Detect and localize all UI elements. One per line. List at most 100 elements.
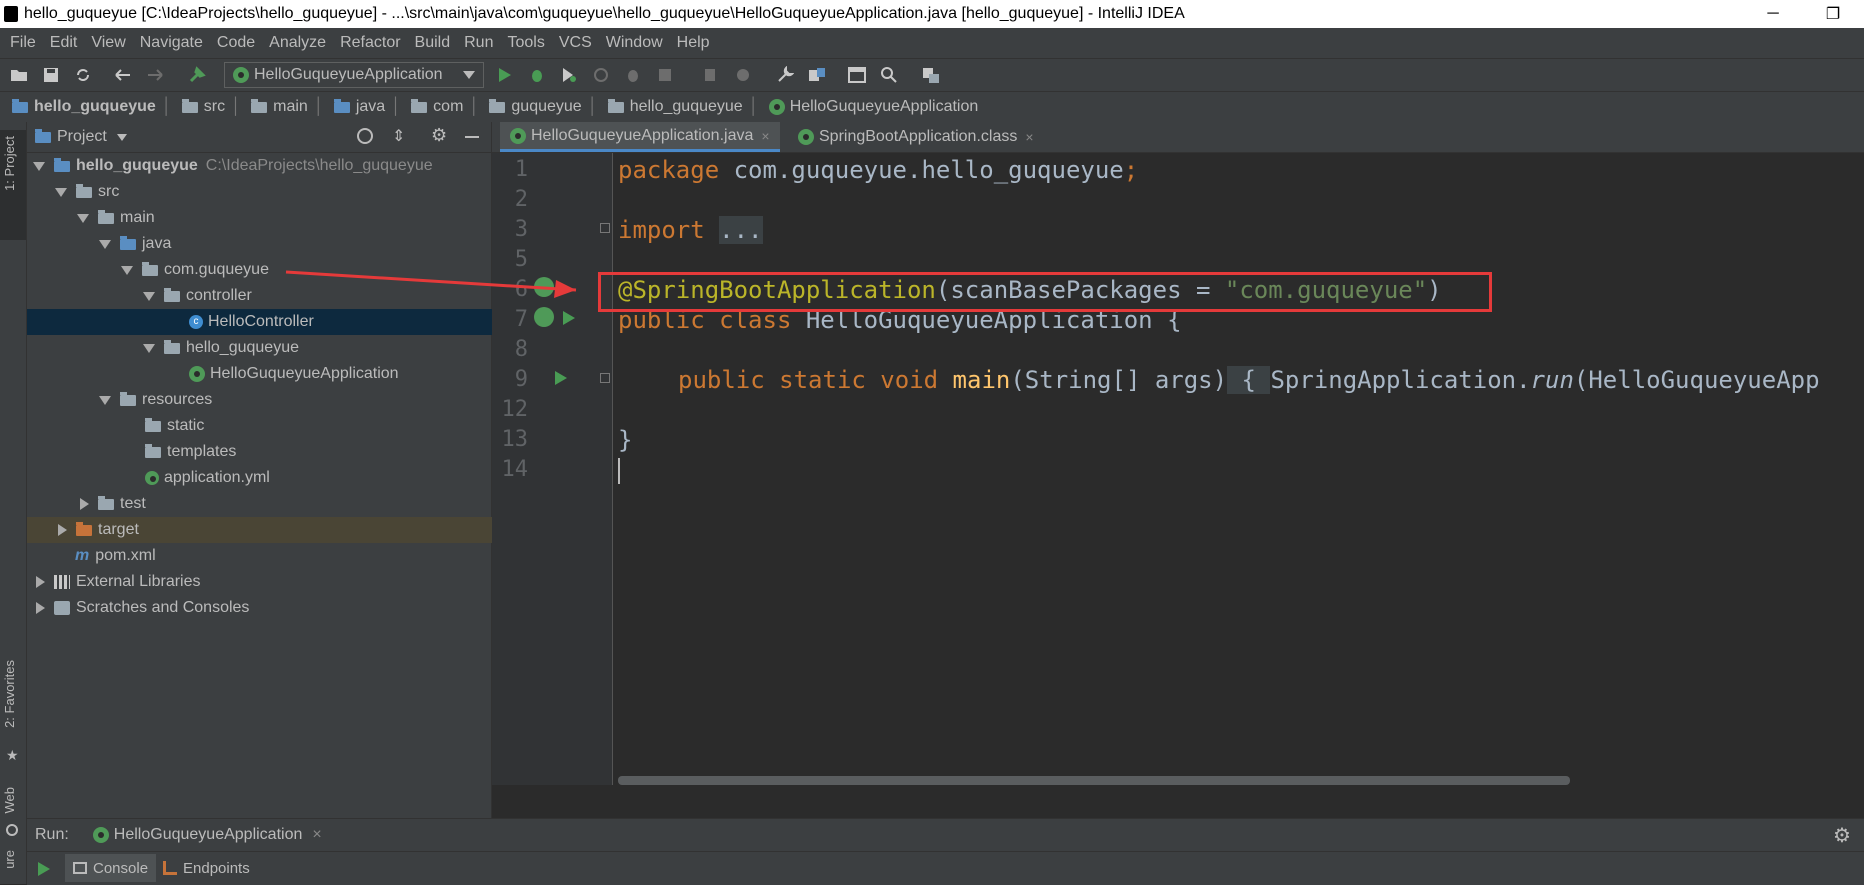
menu-navigate[interactable]: Navigate <box>140 34 203 52</box>
close-icon[interactable]: × <box>1025 129 1033 145</box>
breadcrumb-item-class[interactable]: HelloGuqueyueApplication <box>768 98 978 116</box>
vcs-update-icon[interactable] <box>732 64 754 86</box>
code-editor[interactable]: package com.guqueyue.hello_guqueyue; imp… <box>613 153 1864 785</box>
search-icon[interactable] <box>878 64 900 86</box>
gear-icon[interactable]: ⚙ <box>1833 823 1851 848</box>
tab-spring-boot-application-class[interactable]: SpringBootApplication.class × <box>788 122 1044 152</box>
forward-arrow-icon[interactable] <box>144 64 166 86</box>
close-icon[interactable]: × <box>761 128 769 144</box>
rerun-icon[interactable] <box>37 861 51 877</box>
tree-item-test[interactable]: test <box>27 491 541 517</box>
expand-arrow-icon[interactable] <box>77 213 89 223</box>
close-icon[interactable]: × <box>312 826 321 844</box>
run-panel-toolbar: Console Endpoints <box>27 851 1864 885</box>
menu-window[interactable]: Window <box>606 34 663 52</box>
fold-marker-icon[interactable] <box>600 223 610 233</box>
update-app-icon[interactable] <box>700 64 722 86</box>
folded-method-body[interactable]: { <box>1227 366 1271 394</box>
project-view-select[interactable]: Project <box>57 128 107 146</box>
menu-view[interactable]: View <box>91 34 125 52</box>
run-icon[interactable] <box>494 64 516 86</box>
project-tool-button[interactable]: 1: Project <box>0 130 26 240</box>
code-token: ; <box>1123 156 1139 184</box>
module-folder-icon <box>54 157 70 172</box>
tree-item-target[interactable]: target <box>27 517 519 543</box>
tree-item-project-root[interactable]: hello_guqueyue C:\IdeaProjects\hello_guq… <box>27 153 497 179</box>
chevron-down-icon[interactable] <box>116 133 127 141</box>
menu-tools[interactable]: Tools <box>507 34 544 52</box>
structure-tool-button[interactable]: ure <box>2 850 17 869</box>
tab-endpoints[interactable]: Endpoints <box>157 854 256 882</box>
tree-item-pom-xml[interactable]: m pom.xml <box>27 543 539 569</box>
breadcrumb-label: main <box>273 98 308 115</box>
collapse-all-icon[interactable]: ⇕ <box>392 126 405 146</box>
collapse-arrow-icon[interactable] <box>36 576 45 588</box>
collapse-arrow-icon[interactable] <box>80 498 89 510</box>
run-with-coverage-icon[interactable] <box>558 64 580 86</box>
breadcrumb-item-hello-guqueyue[interactable]: hello_guqueyue │ <box>607 98 759 116</box>
debug-bug-icon[interactable] <box>526 64 548 86</box>
build-hammer-icon[interactable] <box>186 64 208 86</box>
folded-imports[interactable]: ... <box>719 216 763 244</box>
horizontal-scrollbar[interactable] <box>618 776 1570 785</box>
web-tool-button[interactable]: Web <box>2 787 17 814</box>
tree-item-scratches[interactable]: Scratches and Consoles <box>27 595 497 621</box>
settings-wrench-icon[interactable] <box>774 64 796 86</box>
minimize-button[interactable]: ─ <box>1750 0 1796 28</box>
breadcrumb-item-main[interactable]: main │ <box>251 98 324 116</box>
collapse-arrow-icon[interactable] <box>36 602 45 614</box>
expand-arrow-icon[interactable] <box>143 291 155 301</box>
menu-code[interactable]: Code <box>217 34 255 52</box>
favorites-tool-button[interactable]: 2: Favorites <box>2 660 17 728</box>
attach-debugger-icon[interactable] <box>622 64 644 86</box>
menu-edit[interactable]: Edit <box>50 34 78 52</box>
expand-arrow-icon[interactable] <box>121 265 133 275</box>
expand-arrow-icon[interactable] <box>143 343 155 353</box>
stop-icon[interactable] <box>654 64 676 86</box>
breadcrumb-item-guqueyue[interactable]: guqueyue │ <box>489 98 598 116</box>
tree-item-external-libraries[interactable]: External Libraries <box>27 569 497 595</box>
run-gutter-icon[interactable] <box>562 310 576 326</box>
run-configuration-select[interactable]: HelloGuqueyueApplication <box>224 62 484 88</box>
locate-crosshair-icon[interactable] <box>357 128 373 144</box>
fold-marker-icon[interactable] <box>600 373 610 383</box>
expand-arrow-icon[interactable] <box>99 239 111 249</box>
menu-file[interactable]: File <box>10 34 36 52</box>
breadcrumb-item-src[interactable]: src │ <box>181 98 241 116</box>
tab-hello-guqueyue-application[interactable]: HelloGuqueyueApplication.java × <box>500 122 780 152</box>
annotation-arrow <box>285 270 577 298</box>
run-tab-config[interactable]: HelloGuqueyueApplication <box>114 826 303 844</box>
breadcrumb-item-project[interactable]: hello_guqueyue │ <box>12 98 172 116</box>
expand-arrow-icon[interactable] <box>99 395 111 405</box>
menu-vcs[interactable]: VCS <box>559 34 592 52</box>
project-structure-icon[interactable] <box>806 64 828 86</box>
menu-help[interactable]: Help <box>677 34 710 52</box>
window-title: hello_guqueyue [C:\IdeaProjects\hello_gu… <box>24 5 1185 22</box>
back-arrow-icon[interactable] <box>112 64 134 86</box>
collapse-arrow-icon[interactable] <box>58 524 67 536</box>
spring-bean-gutter-icon[interactable] <box>534 307 554 327</box>
breadcrumb-item-com[interactable]: com │ <box>411 98 479 116</box>
maximize-button[interactable]: ❐ <box>1810 0 1856 28</box>
tab-console[interactable]: Console <box>65 854 157 882</box>
hide-panel-icon[interactable] <box>465 136 479 138</box>
menu-run[interactable]: Run <box>464 34 493 52</box>
gear-icon[interactable]: ⚙ <box>431 125 447 146</box>
menu-refactor[interactable]: Refactor <box>340 34 400 52</box>
menu-build[interactable]: Build <box>415 34 451 52</box>
breadcrumb-item-java[interactable]: java │ <box>333 98 401 116</box>
tree-item-java[interactable]: java <box>27 231 563 257</box>
tree-item-src[interactable]: src <box>27 179 519 205</box>
save-icon[interactable] <box>40 64 62 86</box>
expand-arrow-icon[interactable] <box>55 187 67 197</box>
menu-analyze[interactable]: Analyze <box>269 34 326 52</box>
tree-item-main[interactable]: main <box>27 205 541 231</box>
sync-icon[interactable] <box>72 64 94 86</box>
expand-arrow-icon[interactable] <box>33 161 45 171</box>
run-gutter-icon[interactable] <box>554 370 568 386</box>
terminal-icon[interactable] <box>846 64 868 86</box>
open-folder-icon[interactable] <box>8 64 30 86</box>
profile-icon[interactable] <box>590 64 612 86</box>
tree-item-resources[interactable]: resources <box>27 387 563 413</box>
presentation-icon[interactable] <box>920 64 942 86</box>
